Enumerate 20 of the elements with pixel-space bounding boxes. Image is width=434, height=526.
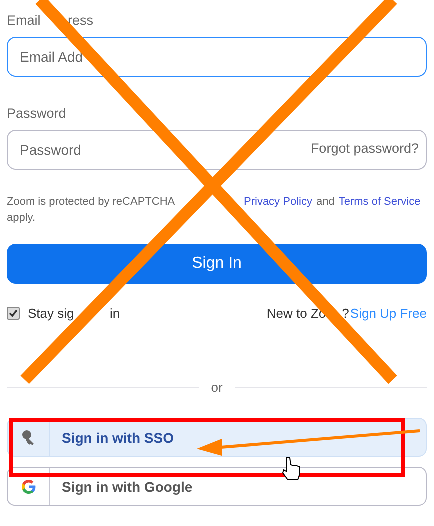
privacy-policy-link[interactable]: Privacy Policy	[244, 194, 312, 210]
sign-up-link[interactable]: Sign Up Free	[350, 306, 427, 321]
recaptcha-notice: apply.	[7, 212, 36, 224]
checkbox-label: in	[110, 306, 120, 321]
forgot-password-link[interactable]: Forgot password?	[310, 141, 419, 156]
field-label: Email	[7, 13, 41, 28]
terms-link[interactable]: Terms of Service	[338, 194, 421, 210]
email-field[interactable]: Email Add	[7, 37, 427, 77]
checkbox-label: Stay sig	[28, 306, 74, 321]
field-label: Password	[7, 106, 68, 123]
signup-prompt: ?	[342, 306, 350, 321]
field-label: ress	[68, 13, 94, 30]
divider-label: or	[211, 380, 223, 395]
sign-in-button[interactable]: Sign In	[7, 244, 427, 284]
checkbox[interactable]	[7, 307, 20, 320]
pointer-cursor-icon	[282, 458, 300, 480]
recaptcha-notice: and	[315, 195, 336, 210]
recaptcha-notice: Zoom is protected by reCAPTCHA	[7, 196, 176, 208]
key-icon	[22, 430, 36, 446]
google-icon	[20, 478, 36, 494]
